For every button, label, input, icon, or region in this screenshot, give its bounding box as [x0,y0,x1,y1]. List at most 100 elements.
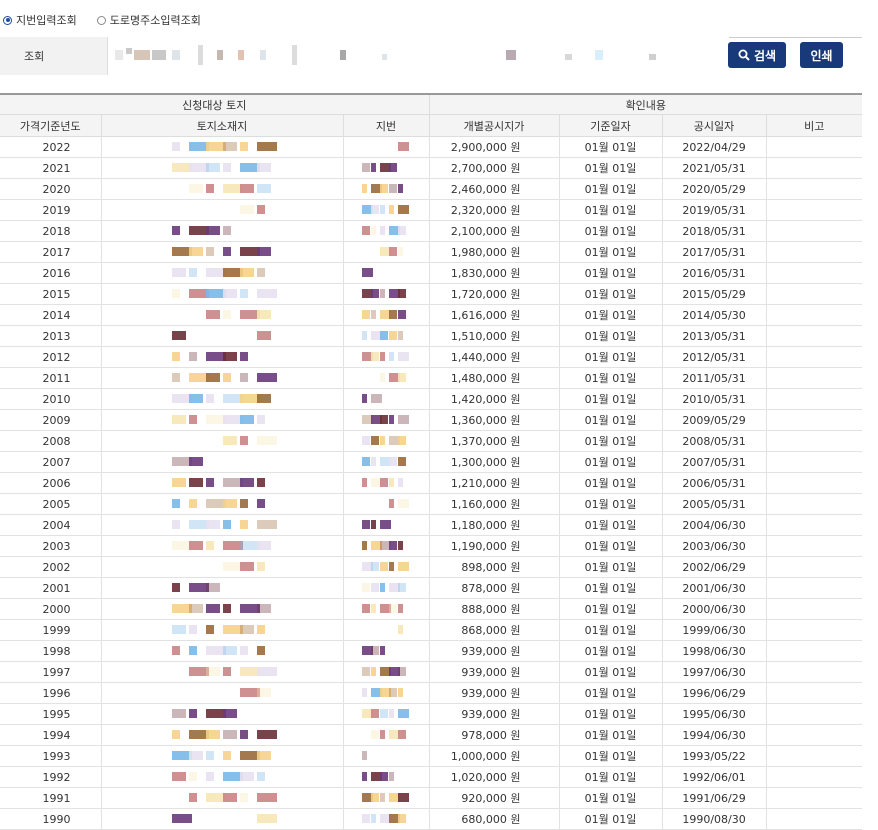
base-date-cell: 01월 01일 [559,388,663,410]
radio-jibun-dot[interactable] [3,15,12,25]
print-button[interactable]: 인쇄 [800,42,843,68]
location-cell [101,724,344,746]
price-cell: 1,830,000 원 [429,262,560,284]
redaction-block [379,205,385,214]
year-cell: 1997 [0,661,102,683]
redaction-block [379,646,385,655]
base-date-cell: 01월 01일 [559,451,663,473]
remarks-cell [766,745,863,767]
redaction-block [397,352,409,361]
year-cell: 2000 [0,598,102,620]
redaction-block [379,352,385,361]
announce-date-cell: 1993/05/22 [662,745,767,767]
redaction-block [370,457,376,466]
location-cell [101,220,344,242]
redaction-block [256,541,271,550]
col-header-lot-number: 지번 [343,114,430,137]
announce-date-cell: 2013/05/31 [662,325,767,347]
redaction-block [188,625,197,634]
lot-number-cell [343,493,430,515]
price-cell: 1,180,000 원 [429,514,560,536]
redaction-block [397,478,403,487]
table-row: 2020 2,460,000 원 01월 01일 2020/05/29 [0,178,863,200]
redaction-block [256,331,271,340]
redaction-block [171,373,180,382]
redaction-block [388,310,397,319]
redaction-block [361,583,370,592]
address-search-field[interactable] [110,40,710,72]
radio-road-address-dot[interactable] [96,15,106,25]
redaction-block [239,184,254,193]
price-cell: 2,460,000 원 [429,178,560,200]
location-cell [101,535,344,557]
remarks-cell [766,157,863,179]
year-cell: 1991 [0,787,102,809]
base-date-cell: 01월 01일 [559,472,663,494]
base-date-cell: 01월 01일 [559,241,663,263]
lot-number-cell [343,787,430,809]
redaction-block [205,394,214,403]
remarks-cell [766,724,863,746]
table-row: 2017 1,980,000 원 01월 01일 2017/05/31 [0,241,863,263]
table-row: 1998 939,000 원 01월 01일 1998/06/30 [0,640,863,662]
redaction-block [370,604,376,613]
lot-number-cell [343,367,430,389]
location-cell [101,661,344,683]
redaction-block [388,688,397,697]
redaction-block [222,520,231,529]
redaction-block [397,247,403,256]
redaction-block [379,772,388,781]
year-cell: 1994 [0,724,102,746]
location-cell [101,367,344,389]
price-cell: 1,480,000 원 [429,367,560,389]
redaction-block [188,352,197,361]
redaction-block [370,226,376,235]
announce-date-cell: 2018/05/31 [662,220,767,242]
table-row: 2003 1,190,000 원 01월 01일 2003/06/30 [0,535,863,557]
remarks-cell [766,619,863,641]
redaction-block [188,541,203,550]
base-date-cell: 01월 01일 [559,703,663,725]
redaction-block [370,709,379,718]
redaction-block [397,415,409,424]
table-row: 2019 2,320,000 원 01월 01일 2019/05/31 [0,199,863,221]
redaction-block [171,772,186,781]
year-cell: 2012 [0,346,102,368]
redaction-block [239,793,248,802]
search-button[interactable]: 검색 [728,42,786,68]
base-date-cell: 01월 01일 [559,283,663,305]
redaction-block [222,646,237,655]
redaction-block [205,478,214,487]
price-cell: 2,900,000 원 [429,136,560,158]
remarks-cell [766,598,863,620]
price-cell: 1,190,000 원 [429,535,560,557]
remarks-cell [766,703,863,725]
table-group-header-row: 신청대상 토지 확인내용 [0,93,863,115]
table-row: 2018 2,100,000 원 01월 01일 2018/05/31 [0,220,863,242]
lot-number-cell [343,661,430,683]
lot-number-cell [343,157,430,179]
redaction-block [188,247,203,256]
radio-road-address[interactable]: 도로명주소입력조회 [96,12,201,28]
price-cell: 2,100,000 원 [429,220,560,242]
redaction-block [171,352,180,361]
announce-date-cell: 2009/05/29 [662,409,767,431]
redaction-block [370,352,379,361]
redaction-block [397,625,403,634]
remarks-cell [766,787,863,809]
redaction-block [188,751,203,760]
remarks-cell [766,241,863,263]
redaction-block [222,226,231,235]
location-cell [101,325,344,347]
base-date-cell: 01월 01일 [559,199,663,221]
redaction-block [188,478,203,487]
announce-date-cell: 2016/05/31 [662,262,767,284]
redaction-block [222,667,231,676]
redaction-block [222,310,231,319]
radio-jibun[interactable]: 지번입력조회 [3,12,77,28]
redaction-block [171,583,180,592]
redaction-block [239,625,254,634]
announce-date-cell: 1999/06/30 [662,619,767,641]
price-cell: 1,616,000 원 [429,304,560,326]
base-date-cell: 01월 01일 [559,409,663,431]
